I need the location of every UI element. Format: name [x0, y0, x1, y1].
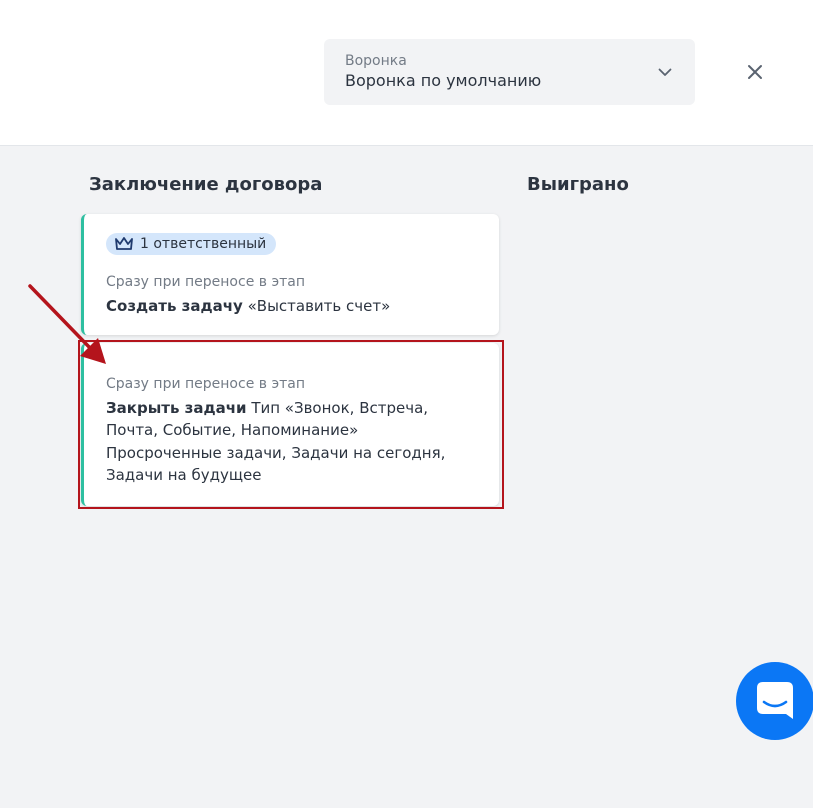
funnel-select-label: Воронка: [345, 53, 407, 69]
card-action: Создать задачу «Выставить счет»: [106, 295, 390, 317]
header: Воронка Воронка по умолчанию: [0, 0, 813, 146]
card-action-title: Закрыть задачи: [106, 399, 247, 417]
card-extra: Просроченные задачи, Задачи на сегодня, …: [106, 444, 446, 484]
column-title-contract: Заключение договора: [89, 174, 323, 195]
funnel-select[interactable]: Воронка Воронка по умолчанию: [324, 39, 695, 105]
close-button[interactable]: [741, 58, 769, 86]
card-trigger: Сразу при переносе в этап: [106, 376, 306, 392]
automation-card[interactable]: Сразу при переносе в этап Закрыть задачи…: [81, 343, 499, 506]
crown-icon: [115, 237, 133, 250]
responsible-badge-label: 1 ответственный: [140, 236, 267, 252]
chat-button[interactable]: [736, 662, 813, 740]
card-action-title: Создать задачу: [106, 297, 243, 315]
chat-icon: [757, 682, 793, 719]
column-title-won: Выиграно: [527, 174, 629, 195]
responsible-badge[interactable]: 1 ответственный: [106, 233, 277, 255]
card-action-detail: «Выставить счет»: [242, 297, 391, 315]
card-action: Закрыть задачи Тип «Звонок, Встреча, Поч…: [106, 397, 481, 441]
automation-card[interactable]: 1 ответственный Сразу при переносе в эта…: [81, 214, 499, 335]
card-trigger: Сразу при переносе в этап: [106, 274, 306, 290]
funnel-select-value: Воронка по умолчанию: [345, 71, 542, 90]
chevron-down-icon: [658, 68, 672, 76]
close-icon: [748, 65, 762, 79]
